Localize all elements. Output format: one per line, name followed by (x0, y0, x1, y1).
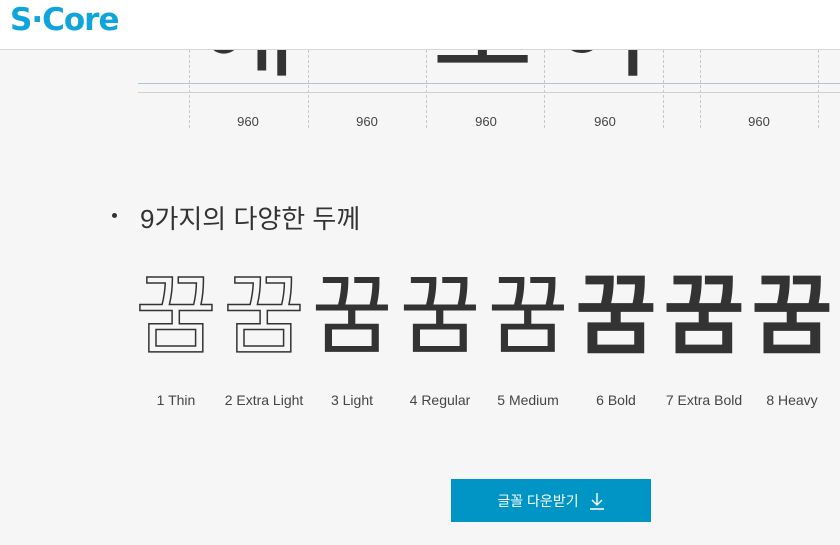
weight-glyph: 꿈 (311, 266, 393, 365)
width-label: 960 (594, 114, 616, 129)
weight-glyph: 꿈 (135, 265, 217, 366)
weight-label: 3 Light (330, 392, 374, 408)
weight-glyph: 꿈 (399, 266, 481, 365)
section-title: 9가지의 다양한 두께 (140, 204, 361, 234)
width-label: 960 (237, 114, 259, 129)
baseline (138, 83, 840, 84)
weight-glyph: 꿈 (487, 266, 569, 365)
weight-glyph: 꿈 (575, 266, 657, 365)
width-label: 960 (356, 114, 378, 129)
download-label: 글꼴 다운받기 (497, 492, 579, 509)
weight-label: 4 Regular (409, 392, 471, 408)
weight-label: 6 Bold (596, 392, 636, 408)
weight-label: 7 Extra Bold (665, 392, 743, 408)
divider (189, 40, 190, 128)
download-font-button[interactable]: 글꼴 다운받기 (451, 479, 651, 522)
weight-glyph: 꿈 (223, 265, 305, 366)
weight-glyph: 꿈 (663, 266, 745, 365)
weight-label: 1 Thin (156, 392, 196, 408)
divider (544, 40, 545, 128)
weight-label: 5 Medium (497, 392, 559, 408)
width-label: 960 (475, 114, 497, 129)
divider (818, 40, 819, 128)
bullet-icon (112, 213, 117, 218)
divider (426, 40, 427, 128)
weight-glyph: 꿈 (751, 266, 833, 365)
logo[interactable]: S·Core (10, 2, 119, 38)
descender-line (138, 92, 840, 93)
divider (308, 40, 309, 128)
site-header: S·Core (0, 0, 840, 50)
weight-label: 8 Heavy (766, 392, 818, 408)
width-label: 960 (748, 114, 770, 129)
section-heading: 9가지의 다양한 두께 (112, 199, 360, 236)
download-arrow-icon (589, 492, 604, 510)
divider (663, 40, 664, 128)
divider (700, 40, 701, 128)
weight-label: 2 Extra Light (224, 392, 304, 408)
